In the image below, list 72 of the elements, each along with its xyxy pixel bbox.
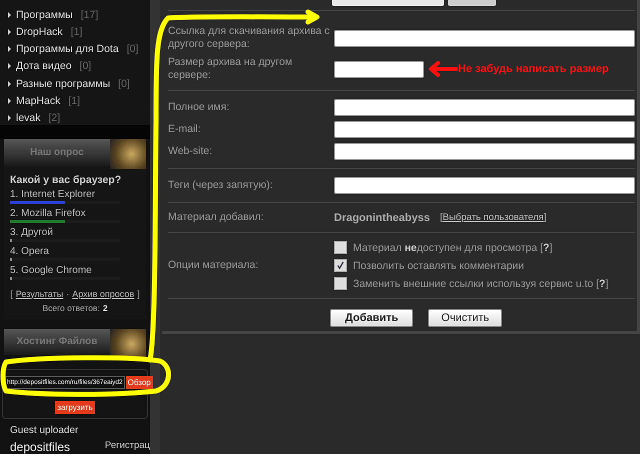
bullet-icon [8, 46, 11, 52]
arrow-icon [428, 61, 458, 77]
total-label: Всего ответов: [42, 302, 100, 312]
field-label: Материал добавил: [168, 211, 265, 224]
option-label: Материал недоступен для просмотра [?] [353, 242, 552, 254]
total-count: 2 [102, 302, 108, 312]
poll-answer: 3. Другой [10, 226, 54, 238]
checkbox[interactable] [334, 241, 347, 254]
bullet-icon [8, 98, 11, 104]
picture-placeholder [110, 139, 146, 169]
category-link[interactable]: MapHack [16, 95, 60, 108]
bullet-icon [8, 115, 11, 122]
poll-question: Какой у вас браузер? [10, 174, 122, 186]
bullet-icon [8, 28, 11, 35]
category-link[interactable]: Программы для Dota [16, 43, 119, 56]
category-count: [2] [48, 112, 60, 124]
author-name: Dragonintheabyss [334, 212, 430, 224]
register-link[interactable]: Регистрац [104, 440, 150, 454]
bullet-icon [8, 12, 11, 18]
field-label: Web-site: [168, 145, 214, 158]
bracket: ] [544, 212, 546, 223]
category-count: [0] [118, 78, 130, 90]
field-label: Опции материала: [168, 259, 260, 272]
poll-title: Наш опрос [30, 146, 84, 158]
separator: · [66, 288, 70, 298]
bullet-icon [8, 63, 11, 70]
input-field[interactable] [334, 99, 635, 116]
bracket: [ [440, 212, 443, 223]
input-field[interactable] [334, 121, 635, 138]
field-label: E-mail: [168, 123, 202, 136]
poll-answer: 4. Opera [10, 244, 50, 258]
category-count: [1] [68, 95, 80, 108]
category-count: [0] [126, 43, 138, 56]
select-user-link[interactable]: Выбрать пользователя [442, 212, 544, 223]
checkbox[interactable] [334, 277, 347, 290]
picture-placeholder [110, 328, 146, 358]
field-label: Полное имя: [168, 101, 230, 114]
input-field[interactable] [334, 30, 635, 46]
input-field[interactable] [334, 177, 635, 194]
category-link[interactable]: Программы [16, 8, 73, 21]
category-count: [17] [80, 8, 98, 21]
field-label: Размер архива на другом сервере: [168, 56, 294, 82]
browse-button[interactable]: Обзор [126, 376, 153, 389]
field-label: Теги (через запятую): [168, 179, 274, 192]
poll-answer: 5. Google Chrome [10, 264, 93, 276]
checkbox[interactable] [334, 259, 347, 272]
input-field[interactable] [332, 0, 444, 6]
hosting-title: Хостинг Файлов [16, 336, 98, 348]
option-label: Заменить внешние ссылки используя сервис u.to [?] [353, 278, 608, 290]
input-field[interactable] [334, 60, 424, 78]
category-link[interactable]: Разные программы [16, 78, 110, 90]
poll-link[interactable]: Архив опросов [72, 288, 134, 298]
add-button[interactable]: Добавить [330, 309, 414, 327]
uploader-name: Guest uploader [9, 424, 80, 436]
option-label: Позволить оставлять комментарии [353, 260, 524, 272]
category-count: [1] [70, 26, 82, 38]
poll-link[interactable]: Результаты [16, 288, 64, 298]
service-name: depositfiles [10, 440, 70, 454]
category-link[interactable]: Дота видео [16, 60, 72, 72]
input-field[interactable] [334, 143, 635, 160]
field-label: Ссылка для скачивания архива с другого сервера: [168, 25, 331, 51]
bracket: ] [137, 288, 140, 298]
category-count: [0] [80, 60, 92, 72]
poll-answer: 2. Mozilla Firefox [10, 206, 87, 220]
category-link[interactable]: DropHack [16, 26, 63, 38]
annotation-text: Не забудь написать размер [458, 63, 609, 75]
upload-button[interactable]: загрузить [55, 401, 95, 414]
bullet-icon [8, 80, 11, 87]
clear-button[interactable]: Очистить [428, 309, 502, 327]
bracket: [ [10, 288, 13, 298]
category-link[interactable]: levak [16, 112, 41, 124]
poll-answer: 1. Internet Explorer [10, 188, 96, 200]
